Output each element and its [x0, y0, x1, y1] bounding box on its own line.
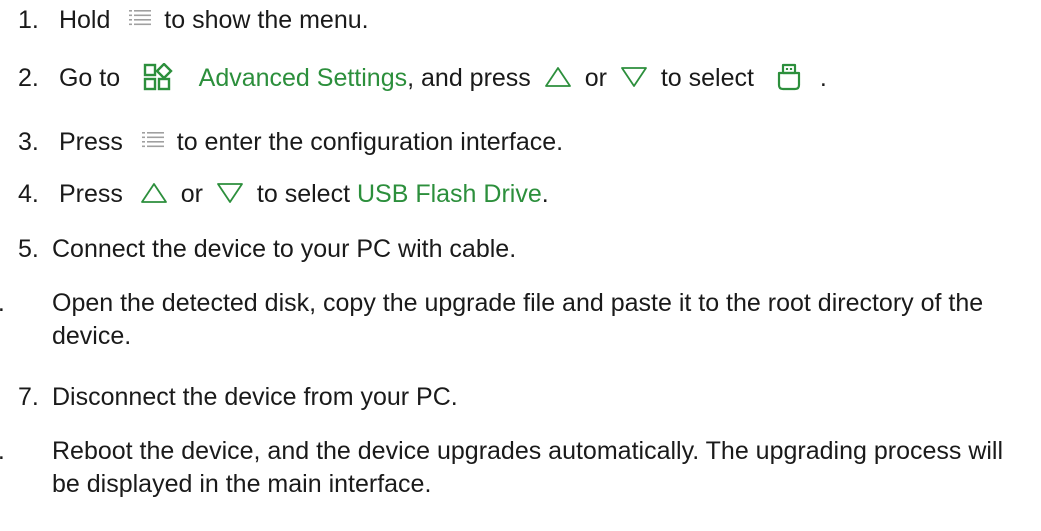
step-6: 6.Open the detected disk, copy the upgra… [0, 287, 1012, 353]
step-number: 5. [18, 235, 39, 263]
step-3: 3. Press to enter the configuration inte… [18, 126, 563, 159]
step-text: Go to [58, 64, 121, 92]
step-7: 7. Disconnect the device from your PC. [18, 381, 458, 414]
step-text: . [541, 180, 549, 208]
step-text: to show the menu. [164, 6, 369, 34]
advanced-settings-label: Advanced Settings [198, 64, 408, 92]
down-triangle-icon [216, 182, 244, 204]
down-triangle-icon [620, 66, 648, 88]
step-5: 5. Connect the device to your PC with cab… [18, 233, 516, 266]
usb-drive-icon [777, 63, 801, 91]
step-number: 1. [18, 6, 39, 34]
step-number: 6. [0, 287, 52, 320]
step-number: 8. [0, 435, 52, 468]
usb-flash-drive-label: USB Flash Drive [356, 180, 542, 208]
step-text: . [819, 64, 827, 92]
menu-list-icon [141, 131, 164, 151]
step-2: 2. Go to Advanced Settings, and press or [18, 62, 827, 95]
step-text: to select [660, 64, 754, 92]
step-text: or [584, 64, 607, 92]
step-number: 3. [18, 128, 39, 156]
step-text: Hold [58, 6, 111, 34]
step-text: Reboot the device, and the device upgrad… [52, 437, 1004, 498]
step-4: 4. Press or to select USB Flash Drive. [18, 178, 549, 211]
up-triangle-icon [544, 66, 572, 88]
step-text: or [180, 180, 203, 208]
step-1: 1. Hold to show the menu. [18, 4, 369, 37]
up-triangle-icon [140, 182, 168, 204]
step-number: 2. [18, 64, 39, 92]
step-number: 4. [18, 180, 39, 208]
step-number: 7. [18, 383, 39, 411]
step-text: Disconnect the device from your PC. [52, 383, 458, 411]
step-8: 8.Reboot the device, and the device upgr… [0, 435, 1012, 501]
step-text: Connect the device to your PC with cable… [52, 235, 517, 263]
step-text: Press [58, 128, 123, 156]
step-text: to enter the configuration interface. [176, 128, 564, 156]
menu-list-icon [129, 9, 152, 29]
step-text: Press [58, 180, 123, 208]
step-text: Open the detected disk, copy the upgrade… [52, 289, 984, 350]
step-text: , and press [407, 64, 531, 92]
step-text: to select [256, 180, 351, 208]
advanced-settings-icon [143, 63, 173, 91]
